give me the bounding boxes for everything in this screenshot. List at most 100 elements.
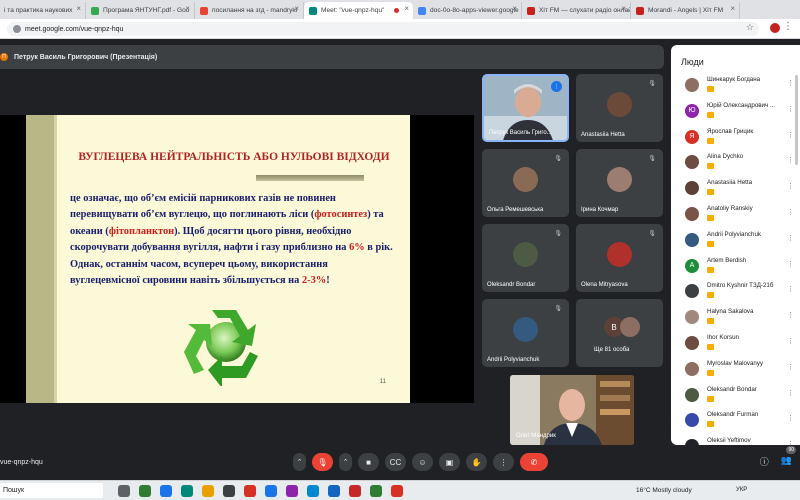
participant-tile[interactable]: 🎙 Anastasiia Hetta xyxy=(576,74,663,142)
person-more-icon[interactable]: ⋮ xyxy=(787,156,794,164)
extension-icon[interactable] xyxy=(770,23,780,33)
more-options-button[interactable]: ⋮ xyxy=(493,453,514,471)
person-more-icon[interactable]: ⋮ xyxy=(787,440,794,445)
people-list-item[interactable]: Anastasiia Hetta ⋮ xyxy=(671,175,800,201)
mic-off-icon: 🎙 xyxy=(554,156,562,162)
people-list-item[interactable]: A Artem Berdish ⋮ xyxy=(671,253,800,279)
people-list-item[interactable]: Oleksandr Bondar ⋮ xyxy=(671,382,800,408)
tab-close-icon[interactable]: × xyxy=(76,4,81,13)
tile-more-icon[interactable]: ⋮ xyxy=(551,81,562,92)
taskbar-app-icon[interactable] xyxy=(370,485,382,497)
taskbar-app-icon[interactable] xyxy=(118,485,130,497)
mic-off-button[interactable]: 🎙 xyxy=(312,453,333,471)
people-list-item[interactable]: Oleksii Yeftimov ⋮ xyxy=(671,433,800,445)
presenter-banner: П Петрук Василь Григорович (Презентація) xyxy=(0,45,664,69)
browser-tab[interactable]: Morandi - Angels | Хіт FM × xyxy=(631,2,740,19)
participant-tile[interactable]: ⋮ Петрук Василь Григо... xyxy=(482,74,569,142)
people-list-item[interactable]: Oleksandr Furman ⋮ xyxy=(671,407,800,433)
participant-tile[interactable]: 🎙 Ірина Кочмар xyxy=(576,149,663,217)
people-list-item[interactable]: Ihor Korsun ⋮ xyxy=(671,330,800,356)
people-list-item[interactable]: Andrii Polyvianchuk ⋮ xyxy=(671,227,800,253)
people-list-item[interactable]: Я Ярослав Грицик ⋮ xyxy=(671,124,800,150)
people-list-item[interactable]: Halyna Sakalova ⋮ xyxy=(671,304,800,330)
address-url: meet.google.com/vue-qnpz-hqu xyxy=(25,25,124,33)
browser-tab[interactable]: doc-0o-8o-apps-viewer.google × xyxy=(413,2,522,19)
person-more-icon[interactable]: ⋮ xyxy=(787,260,794,268)
browser-tab[interactable]: Хіт FM — слухати радіо онлай × xyxy=(522,2,631,19)
person-more-icon[interactable]: ⋮ xyxy=(787,79,794,87)
tab-close-icon[interactable]: × xyxy=(512,4,517,13)
person-name: Andrii Polyvianchuk xyxy=(707,230,761,238)
taskbar-search[interactable]: Пошук xyxy=(0,483,103,498)
person-more-icon[interactable]: ⋮ xyxy=(787,208,794,216)
system-language[interactable]: УКР xyxy=(736,487,747,493)
person-more-icon[interactable]: ⋮ xyxy=(787,234,794,242)
person-more-icon[interactable]: ⋮ xyxy=(787,285,794,293)
taskbar-app-icon[interactable] xyxy=(223,485,235,497)
taskbar-app-icon[interactable] xyxy=(244,485,256,497)
person-name: Oleksandr Furman xyxy=(707,411,759,419)
tab-close-icon[interactable]: × xyxy=(730,4,735,13)
browser-tab[interactable]: і та практика наукових × xyxy=(0,2,86,19)
mic-off-icon: 🎙 xyxy=(648,81,656,87)
browser-menu-icon[interactable]: ⋮ xyxy=(783,21,793,32)
taskbar-app-icon[interactable] xyxy=(181,485,193,497)
browser-tab[interactable]: Програма ЯНТУНГ.pdf - Goo × xyxy=(86,2,195,19)
people-list-item[interactable]: Alina Dychko ⋮ xyxy=(671,149,800,175)
tab-favicon-icon xyxy=(636,7,644,15)
emoji-button[interactable]: ☺ xyxy=(412,453,433,471)
address-bar[interactable]: meet.google.com/vue-qnpz-hqu xyxy=(7,22,759,36)
people-icon[interactable]: 👥 xyxy=(781,455,792,468)
participant-tile[interactable]: 🎙 Andrii Polyvianchuk xyxy=(482,299,569,367)
person-more-icon[interactable]: ⋮ xyxy=(787,131,794,139)
mic-dropdown-button[interactable]: ⌃ xyxy=(293,453,306,471)
person-role-badge-icon xyxy=(707,111,714,118)
person-name: Oleksii Yeftimov xyxy=(707,437,751,445)
person-more-icon[interactable]: ⋮ xyxy=(787,337,794,345)
captions-button[interactable]: CC xyxy=(385,453,406,471)
slide-highlight: 2-3% xyxy=(301,275,327,287)
browser-tab[interactable]: Meet: "vue-qnpz-hqu" × xyxy=(304,2,413,19)
camera-dropdown-button[interactable]: ⌃ xyxy=(339,453,352,471)
taskbar-app-icon[interactable] xyxy=(349,485,361,497)
people-list-item[interactable]: Dmitro Kyshnir TЗД-21б ⋮ xyxy=(671,278,800,304)
tab-close-icon[interactable]: × xyxy=(294,4,299,13)
person-more-icon[interactable]: ⋮ xyxy=(787,105,794,113)
taskbar-app-icon[interactable] xyxy=(265,485,277,497)
person-more-icon[interactable]: ⋮ xyxy=(787,389,794,397)
leave-call-button[interactable]: ✆ xyxy=(520,453,548,471)
people-list-item[interactable]: Myroslav Malovanyy ⋮ xyxy=(671,356,800,382)
taskbar-app-icon[interactable] xyxy=(286,485,298,497)
taskbar-app-icon[interactable] xyxy=(391,485,403,497)
people-list-item[interactable]: Anatoliy Ranskiy ⋮ xyxy=(671,201,800,227)
people-list-item[interactable]: Шинкарук Богдана ⋮ xyxy=(671,72,800,98)
taskbar-app-icon[interactable] xyxy=(328,485,340,497)
taskbar-app-icon[interactable] xyxy=(139,485,151,497)
participant-tile[interactable]: 🎙 Oleksandr Bondar xyxy=(482,224,569,292)
person-name: Anastasiia Hetta xyxy=(707,179,753,187)
person-more-icon[interactable]: ⋮ xyxy=(787,414,794,422)
person-more-icon[interactable]: ⋮ xyxy=(787,311,794,319)
tab-close-icon[interactable]: × xyxy=(185,4,190,13)
camera-button[interactable]: ■ xyxy=(358,453,379,471)
bookmark-star-icon[interactable]: ☆ xyxy=(746,22,754,33)
site-info-icon[interactable] xyxy=(13,25,21,33)
person-more-icon[interactable]: ⋮ xyxy=(787,363,794,371)
participant-tile[interactable]: 🎙 Olena Mitryasova xyxy=(576,224,663,292)
present-button[interactable]: ▣ xyxy=(439,453,460,471)
meeting-info-icon[interactable]: ⓘ xyxy=(760,455,769,468)
participant-count-badge: 90 xyxy=(786,446,796,454)
people-list-item[interactable]: Ю Юрій Олександрович ... ⋮ xyxy=(671,98,800,124)
weather-widget[interactable]: 16°C Mostly cloudy xyxy=(636,487,692,494)
taskbar-app-icon[interactable] xyxy=(160,485,172,497)
tab-close-icon[interactable]: × xyxy=(404,4,409,13)
tab-close-icon[interactable]: × xyxy=(621,4,626,13)
taskbar-app-icon[interactable] xyxy=(307,485,319,497)
raise-hand-button[interactable]: ✋ xyxy=(466,453,487,471)
taskbar-app-icon[interactable] xyxy=(202,485,214,497)
participant-tile[interactable]: 🎙 Ольга Ремешевська xyxy=(482,149,569,217)
self-video-tile[interactable]: Олег Мандрик xyxy=(510,375,634,445)
participant-tile[interactable]: В Ще 81 особа xyxy=(576,299,663,367)
person-more-icon[interactable]: ⋮ xyxy=(787,182,794,190)
browser-tab[interactable]: посилання на згд - mandryki × xyxy=(195,2,304,19)
